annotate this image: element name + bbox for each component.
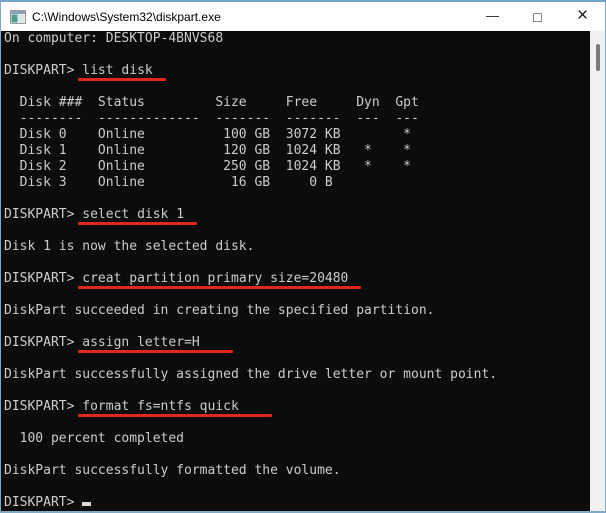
close-button[interactable]: × xyxy=(560,2,605,31)
console-app-icon[interactable] xyxy=(10,9,26,24)
command-text: list disk xyxy=(78,63,166,81)
red-underline-annotation xyxy=(78,286,362,289)
diskpart-window: C:\Windows\System32\diskpart.exe — □ × O… xyxy=(0,0,606,513)
maximize-icon: □ xyxy=(533,8,542,25)
disk-table-row-1: Disk 1 Online 120 GB 1024 KB * * xyxy=(4,143,411,158)
disk-table-row-3: Disk 3 Online 16 GB 0 B xyxy=(4,175,333,190)
command-line-list-disk: DISKPART> list disk xyxy=(4,63,590,81)
window-title: C:\Windows\System32\diskpart.exe xyxy=(32,9,221,24)
output-line-formatted: DiskPart successfully formatted the volu… xyxy=(4,463,341,478)
prompt-label: DISKPART> xyxy=(4,207,83,222)
disk-table-header: Disk ### Status Size Free Dyn Gpt xyxy=(4,95,419,110)
console-output: On computer: DESKTOP-4BNVS68 DISKPART> li… xyxy=(4,31,590,511)
command-text: assign letter=H xyxy=(78,335,233,353)
prompt-label: DISKPART> xyxy=(4,399,83,414)
disk-table-row-2: Disk 2 Online 250 GB 1024 KB * * xyxy=(4,159,411,174)
output-line-letter-assigned: DiskPart successfully assigned the drive… xyxy=(4,367,498,382)
output-line-selected: Disk 1 is now the selected disk. xyxy=(4,239,255,254)
maximize-button[interactable]: □ xyxy=(515,2,560,31)
output-line-percent: 100 percent completed xyxy=(4,431,185,446)
red-underline-annotation xyxy=(78,350,233,353)
prompt-line-final: DISKPART> xyxy=(4,495,590,511)
command-text: format fs=ntfs quick xyxy=(78,399,272,417)
vertical-scrollbar[interactable] xyxy=(590,31,605,511)
computer-name-line: On computer: DESKTOP-4BNVS68 xyxy=(4,31,224,46)
red-underline-annotation xyxy=(78,414,272,417)
command-line-assign-letter: DISKPART> assign letter=H xyxy=(4,335,590,353)
text-cursor xyxy=(82,502,92,506)
console[interactable]: On computer: DESKTOP-4BNVS68 DISKPART> li… xyxy=(1,31,605,511)
command-text: creat partition primary size=20480 xyxy=(78,271,362,289)
red-underline-annotation xyxy=(78,78,166,81)
scrollbar-thumb[interactable] xyxy=(596,44,600,71)
prompt-label: DISKPART> xyxy=(4,335,83,350)
close-icon: × xyxy=(576,5,589,26)
command-line-format: DISKPART> format fs=ntfs quick xyxy=(4,399,590,417)
red-underline-annotation xyxy=(78,222,198,225)
command-line-create-partition: DISKPART> creat partition primary size=2… xyxy=(4,271,590,289)
command-text: select disk 1 xyxy=(78,207,198,225)
minimize-icon: — xyxy=(486,8,499,23)
prompt-label: DISKPART> xyxy=(4,63,83,78)
command-line-select-disk: DISKPART> select disk 1 xyxy=(4,207,590,225)
minimize-button[interactable]: — xyxy=(470,2,515,31)
titlebar[interactable]: C:\Windows\System32\diskpart.exe — □ × xyxy=(1,2,605,31)
disk-table-divider: -------- ------------- ------- ------- -… xyxy=(4,111,419,126)
disk-table-row-0: Disk 0 Online 100 GB 3072 KB * xyxy=(4,127,411,142)
prompt-label: DISKPART> xyxy=(4,271,83,286)
prompt-label: DISKPART> xyxy=(4,495,83,510)
caption-buttons: — □ × xyxy=(470,2,605,31)
output-line-partition-created: DiskPart succeeded in creating the speci… xyxy=(4,303,435,318)
